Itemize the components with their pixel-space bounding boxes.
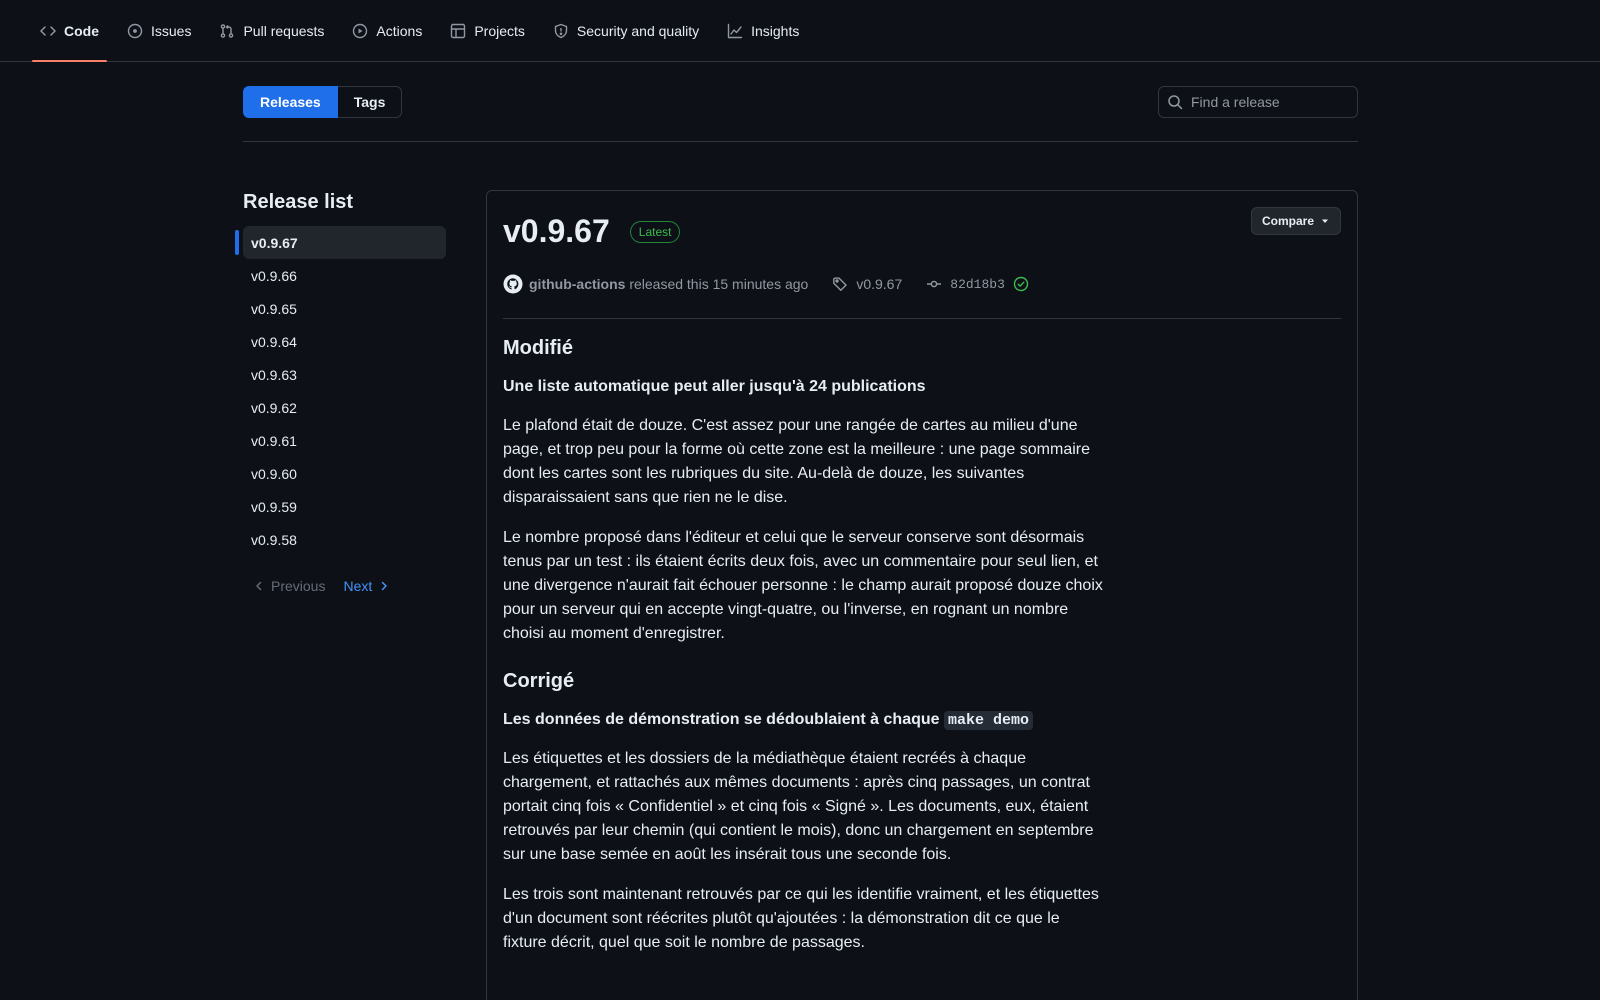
- release-list-title: Release list: [243, 191, 354, 213]
- compare-label: Compare: [1261, 214, 1314, 228]
- author-group: github-actions released this 15 minutes …: [503, 274, 808, 294]
- release-search: [1158, 86, 1372, 118]
- search-icon: [1167, 94, 1183, 110]
- changed-paragraph-1: Le plafond était de douze. C'est assez p…: [503, 417, 1091, 506]
- latest-badge: Latest: [629, 220, 681, 243]
- tab-security[interactable]: Security and quality: [545, 0, 707, 61]
- make-demo-code: make demo: [943, 711, 1033, 730]
- previous-button[interactable]: Previous: [253, 578, 325, 594]
- release-sidebar: Release list v0.9.67 v0.9.66 v0.9.65 v0.…: [235, 190, 446, 1000]
- tag-icon: [832, 276, 848, 292]
- tab-issues[interactable]: Issues: [119, 0, 199, 61]
- shield-icon: [553, 23, 569, 39]
- tab-label: Code: [64, 22, 99, 39]
- release-list-item[interactable]: v0.9.62: [243, 391, 446, 424]
- fixed-subheading-text: Les données de démonstration se dédoubla…: [503, 711, 940, 728]
- release-card: Compare v0.9.67 Latest github-actions re…: [486, 190, 1358, 1000]
- chevron-right-icon: [378, 580, 390, 592]
- releases-tags-toggle: Releases Tags: [243, 86, 403, 118]
- search-input[interactable]: [1191, 94, 1372, 110]
- page-container: Releases Tags Release list v0.9.67 v0.9.…: [235, 62, 1372, 1000]
- graph-icon: [727, 23, 743, 39]
- tag-group[interactable]: v0.9.67: [832, 276, 902, 292]
- fixed-subheading: Les données de démonstration se dédoubla…: [503, 711, 1103, 730]
- fixed-heading: Corrigé: [503, 670, 575, 692]
- fixed-paragraph-2: Les trois sont maintenant retrouvés par …: [503, 886, 1099, 951]
- released-text: released this 15 minutes ago: [629, 276, 809, 292]
- tab-actions[interactable]: Actions: [344, 0, 430, 61]
- release-list-item[interactable]: v0.9.61: [243, 424, 446, 457]
- commit-group[interactable]: 82d18b3: [926, 276, 1029, 292]
- compare-button[interactable]: Compare: [1250, 207, 1341, 235]
- tab-label: Actions: [376, 22, 423, 39]
- changed-heading: Modifié: [503, 337, 573, 359]
- tab-label: Insights: [751, 22, 800, 39]
- release-author[interactable]: github-actions: [529, 276, 625, 292]
- release-meta: github-actions released this 15 minutes …: [503, 274, 1341, 319]
- table-icon: [450, 23, 466, 39]
- tags-button[interactable]: Tags: [337, 86, 403, 118]
- issue-opened-icon: [127, 23, 143, 39]
- released-time: released this 15 minutes ago: [625, 276, 808, 292]
- changed-paragraph-2: Le nombre proposé dans l'éditeur et celu…: [503, 529, 1103, 642]
- verified-check-icon: [1013, 276, 1029, 292]
- pagination: Previous Next: [243, 578, 446, 594]
- releases-button[interactable]: Releases: [243, 86, 338, 118]
- tab-code[interactable]: Code: [32, 0, 107, 62]
- commit-sha: 82d18b3: [950, 276, 1005, 292]
- release-title[interactable]: v0.9.67: [503, 213, 610, 250]
- changed-subheading: Une liste automatique peut aller jusqu'à…: [503, 378, 926, 395]
- release-list-item[interactable]: v0.9.66: [243, 259, 446, 292]
- git-pull-request-icon: [219, 23, 235, 39]
- next-label: Next: [343, 578, 373, 594]
- tab-pull-requests[interactable]: Pull requests: [211, 0, 332, 61]
- fixed-paragraph-1: Les étiquettes et les dossiers de la méd…: [503, 750, 1094, 863]
- main-layout: Release list v0.9.67 v0.9.66 v0.9.65 v0.…: [235, 190, 1358, 1000]
- previous-label: Previous: [271, 578, 326, 594]
- release-list-item[interactable]: v0.9.59: [243, 490, 446, 523]
- releases-subnav: Releases Tags: [243, 62, 1372, 142]
- release-list-item[interactable]: v0.9.60: [243, 457, 446, 490]
- release-notes: Modifié Une liste automatique peut aller…: [503, 337, 1103, 955]
- play-icon: [352, 23, 368, 39]
- tab-insights[interactable]: Insights: [719, 0, 807, 61]
- tab-label: Security and quality: [576, 22, 700, 39]
- release-list-item[interactable]: v0.9.58: [243, 523, 446, 556]
- triangle-down-icon: [1320, 216, 1330, 226]
- release-list-item[interactable]: v0.9.67: [235, 226, 446, 259]
- release-list-item[interactable]: v0.9.63: [243, 358, 446, 391]
- tab-label: Pull requests: [243, 22, 325, 39]
- release-list: v0.9.67 v0.9.66 v0.9.65 v0.9.64 v0.9.63 …: [235, 226, 446, 556]
- git-commit-icon: [926, 276, 942, 292]
- tab-label: Projects: [474, 22, 525, 39]
- tab-projects[interactable]: Projects: [442, 0, 533, 61]
- github-avatar-icon[interactable]: [503, 274, 523, 294]
- release-header: v0.9.67 Latest: [503, 213, 1341, 250]
- release-tag: v0.9.67: [856, 276, 903, 292]
- code-icon: [40, 23, 56, 39]
- chevron-left-icon: [253, 580, 265, 592]
- next-button[interactable]: Next: [343, 578, 390, 594]
- release-list-item[interactable]: v0.9.65: [243, 292, 446, 325]
- repo-nav: Code Issues Pull requests Actions Projec…: [0, 0, 1600, 62]
- tab-label: Issues: [151, 22, 192, 39]
- release-list-item[interactable]: v0.9.64: [243, 325, 446, 358]
